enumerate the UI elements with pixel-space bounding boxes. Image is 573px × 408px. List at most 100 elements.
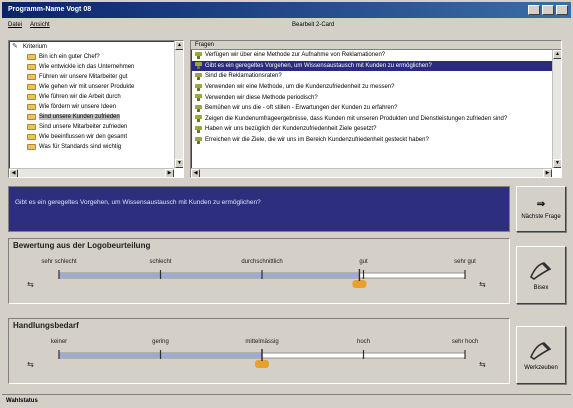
folder-icon (27, 64, 36, 70)
close-button[interactable] (556, 5, 568, 15)
question-item[interactable]: Gibt es ein geregeltes Vorgehen, um Wiss… (191, 60, 561, 72)
tree-item[interactable]: Wie gehen wir mit unserer Produkte (9, 82, 183, 92)
menu-file[interactable]: Datei (8, 22, 22, 28)
questions-vertical-scrollbar[interactable]: ▲ ▼ (552, 50, 561, 168)
status-text: Wahlstatus (6, 398, 38, 404)
next-question-label: Nächste Frage (521, 213, 561, 220)
question-item-label: Haben wir uns bezüglich der Kundenzufrie… (205, 126, 377, 133)
scale-label: sehr hoch (452, 339, 478, 345)
question-icon (195, 72, 202, 80)
scroll-left-arrow[interactable]: ◀ (191, 169, 200, 177)
question-item-label: Verwenden wir diese Methode periodisch? (205, 94, 318, 101)
menu-bar: Datei Ansicht Bearbeit 2-Card (2, 19, 571, 31)
scale-label: keiner (51, 339, 67, 345)
question-item[interactable]: Zeigen die Kundenumfrageergebnisse, dass… (191, 114, 561, 125)
tree-item[interactable]: Sind unsere Mitarbeiter zufrieden (9, 122, 183, 132)
question-item[interactable]: Haben wir uns bezüglich der Kundenzufrie… (191, 124, 561, 135)
evaluation-section: Bewertung aus der Logobeurteilung sehr s… (8, 238, 510, 304)
tree-root[interactable]: ✎ Kriterium (9, 41, 183, 52)
scale-marker[interactable] (255, 360, 269, 368)
folder-icon (27, 84, 36, 90)
scroll-right-arrow[interactable]: ▶ (543, 169, 552, 177)
menu-view[interactable]: Ansicht (30, 22, 50, 28)
scroll-up-arrow[interactable]: ▲ (175, 41, 183, 50)
tree-item-label: Führen wir unsere Mitarbeiter gut (39, 74, 128, 80)
question-item[interactable]: Sind die Reklamationsraten? (191, 71, 561, 82)
scale-marker[interactable] (352, 280, 367, 288)
action-section: Handlungsbedarf keiner gering mittelmässig… (8, 318, 510, 384)
scale-right-arrow-icon[interactable]: ⇆ (479, 280, 486, 289)
scroll-left-arrow[interactable]: ◀ (9, 169, 18, 177)
tree-item[interactable]: Wie beeinflussen wir den gesamt (9, 132, 183, 142)
questions-horizontal-scrollbar[interactable]: ◀ ▶ (191, 168, 552, 177)
tree-item-label: Wie beeinflussen wir den gesamt (39, 134, 128, 140)
criteria-tree[interactable]: ✎ Kriterium Bin ich ein guter Chef? Wie e… (8, 40, 184, 178)
question-item[interactable]: Erreichen wir die Ziele, die wir uns im … (191, 135, 561, 146)
questions-list[interactable]: Fragen Verfügen wir über eine Methode zu… (190, 40, 562, 178)
evaluation-action-label: Bisex (533, 285, 549, 291)
tree-item-label: Was für Standards sind wichtig (39, 144, 122, 150)
scale-left-arrow-icon[interactable]: ⇆ (27, 360, 34, 369)
question-item-label: Sind die Reklamationsraten? (205, 73, 282, 80)
question-icon (195, 115, 202, 123)
evaluation-scale[interactable]: sehr schlecht schlecht durchschnittlich gut… (9, 253, 509, 303)
question-icon (195, 83, 202, 91)
tree-item[interactable]: Wie entwickle ich das Unternehmen (9, 62, 183, 72)
question-item-label: Verfügen wir über eine Methode zur Aufna… (205, 52, 386, 59)
action-scale[interactable]: keiner gering mittelmässig hoch sehr hoch ⇆ ⇆ (9, 333, 509, 383)
question-icon (195, 136, 202, 144)
minimize-button[interactable] (528, 5, 540, 15)
tree-item-label: Wie führen wir die Arbeit durch (39, 94, 121, 100)
question-item[interactable]: Verfügen wir über eine Methode zur Aufna… (191, 50, 561, 61)
question-icon (195, 125, 202, 133)
action-action-button[interactable]: Werkzeuben (516, 326, 566, 384)
folder-icon (27, 94, 36, 100)
tree-item[interactable]: Wie führen wir die Arbeit durch (9, 92, 183, 102)
scale-label: sehr gut (454, 259, 476, 265)
scroll-down-arrow[interactable]: ▼ (553, 159, 561, 168)
question-item[interactable]: Verwenden wir eine Methode, um die Kunde… (191, 82, 561, 93)
questions-header[interactable]: Fragen (191, 41, 561, 50)
folder-icon (27, 114, 36, 120)
question-item-label: Gibt es ein geregeltes Vorgehen, um Wiss… (205, 62, 432, 69)
question-item[interactable]: Bemühen wir uns die - oft stillen - Erwa… (191, 103, 561, 114)
scale-left-arrow-icon[interactable]: ⇆ (27, 280, 34, 289)
evaluation-action-button[interactable]: Bisex (516, 246, 566, 304)
scroll-right-arrow[interactable]: ▶ (165, 169, 174, 177)
scroll-down-arrow[interactable]: ▼ (175, 159, 183, 168)
tree-item[interactable]: Wie fördern wir unsere Ideen (9, 102, 183, 112)
tree-item-label: Sind unsere Kunden zufrieden (39, 114, 120, 120)
tree-horizontal-scrollbar[interactable]: ◀ ▶ (9, 168, 174, 177)
tree-item-label: Wie fördern wir unsere Ideen (39, 104, 117, 110)
folder-icon (27, 74, 36, 80)
maximize-button[interactable] (542, 5, 554, 15)
scale-right-arrow-icon[interactable]: ⇆ (479, 360, 486, 369)
folder-icon (27, 124, 36, 130)
next-question-button[interactable]: ⇒ Nächste Frage (516, 186, 566, 232)
action-title: Handlungsbedarf (13, 321, 79, 330)
current-question-text: Gibt es ein geregeltes Vorgehen, um Wiss… (15, 199, 261, 206)
scroll-up-arrow[interactable]: ▲ (553, 50, 561, 59)
tree-item[interactable]: Was für Standards sind wichtig (9, 142, 183, 152)
scale-label: durchschnittlich (241, 259, 282, 265)
question-icon (195, 62, 202, 70)
question-item-label: Verwenden wir eine Methode, um die Kunde… (205, 84, 395, 91)
current-question-display: Gibt es ein geregeltes Vorgehen, um Wiss… (8, 186, 510, 232)
action-action-label: Werkzeuben (524, 365, 558, 371)
arrow-right-icon: ⇒ (536, 198, 546, 210)
folder-icon (27, 144, 36, 150)
question-icon (195, 94, 202, 102)
tree-vertical-scrollbar[interactable]: ▲ ▼ (174, 41, 183, 168)
question-item-label: Bemühen wir uns die - oft stillen - Erwa… (205, 105, 398, 112)
tree-item-label: Sind unsere Mitarbeiter zufrieden (39, 124, 128, 130)
question-item[interactable]: Verwenden wir diese Methode periodisch? (191, 92, 561, 103)
evaluation-title: Bewertung aus der Logobeurteilung (13, 241, 151, 250)
tree-root-label: Kriterium (23, 43, 48, 50)
scale-label: mittelmässig (245, 339, 278, 345)
pen-icon (530, 262, 552, 280)
scale-label: hoch (357, 339, 370, 345)
menu-center-label: Bearbeit 2-Card (292, 22, 335, 28)
tree-item[interactable]: Bin ich ein guter Chef? (9, 52, 183, 62)
tree-item[interactable]: Sind unsere Kunden zufrieden (9, 112, 183, 122)
tree-item[interactable]: Führen wir unsere Mitarbeiter gut (9, 72, 183, 82)
